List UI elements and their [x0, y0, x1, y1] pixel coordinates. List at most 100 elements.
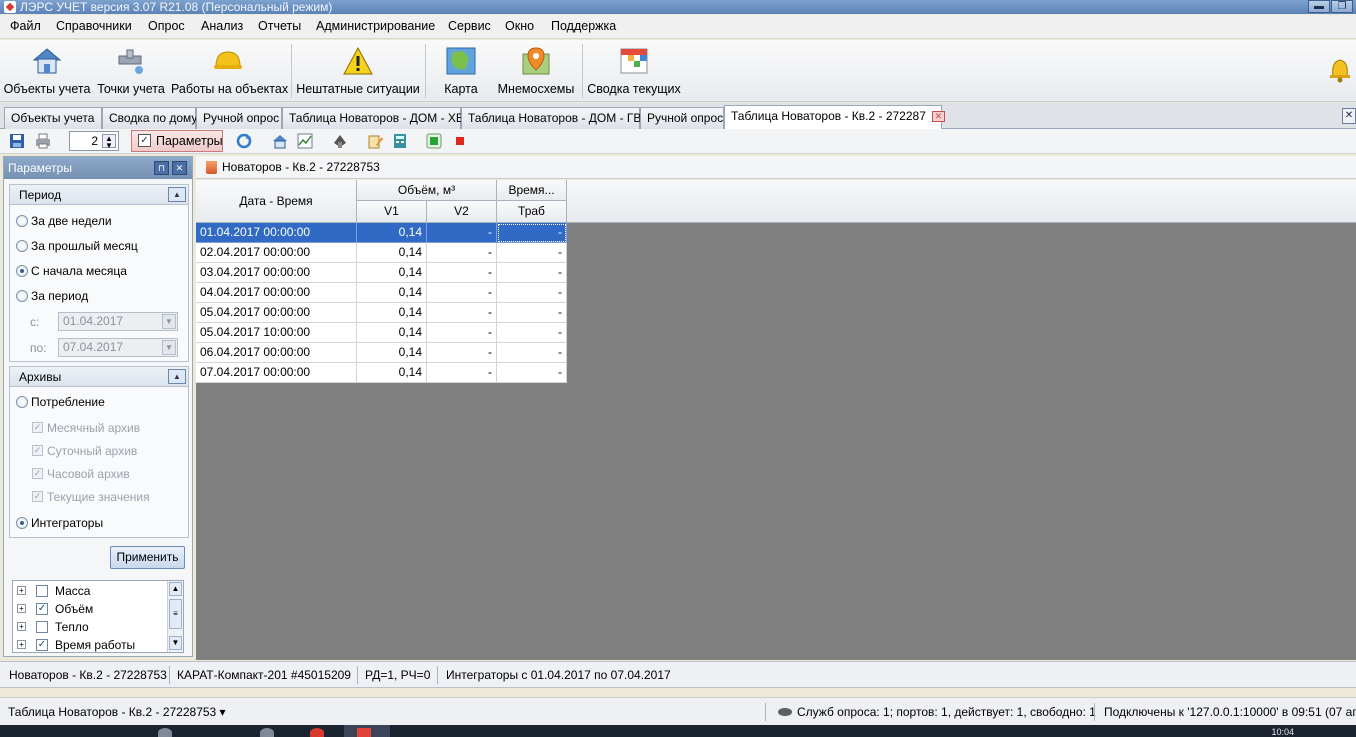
- menu-reports[interactable]: Отчеты: [258, 19, 301, 33]
- status-device: КАРАТ-Компакт-201 #45015209: [177, 668, 351, 682]
- monthly-archive-checkbox[interactable]: ✓ Месячный архив: [32, 421, 140, 435]
- tree-item-heat[interactable]: + Тепло: [17, 618, 89, 636]
- main-header: Новаторов - Кв.2 - 27228753: [196, 156, 1356, 179]
- menu-analysis[interactable]: Анализ: [201, 19, 243, 33]
- calculator-icon[interactable]: [392, 133, 408, 149]
- dropdown-icon: ▼: [162, 314, 176, 329]
- tab-manual-poll-2[interactable]: Ручной опрос: [640, 107, 724, 129]
- consumption-radio[interactable]: Потребление: [16, 395, 105, 409]
- taskbar-app-icon[interactable]: [310, 728, 324, 737]
- daily-archive-checkbox[interactable]: ✓ Суточный архив: [32, 444, 137, 458]
- stop-icon[interactable]: [452, 133, 468, 149]
- map-pin-icon: [522, 47, 550, 75]
- mnemo-button[interactable]: Мнемосхемы: [496, 40, 576, 100]
- active-window-dropdown[interactable]: Таблица Новаторов - Кв.2 - 27228753 ▾: [8, 705, 226, 719]
- main-toolbar: Объекты учета Точки учета Работы на объе…: [0, 40, 1356, 102]
- menu-file[interactable]: Файл: [10, 19, 41, 33]
- warning-icon: [343, 46, 373, 75]
- from-date-field[interactable]: 01.04.2017 ▼: [58, 312, 178, 331]
- pin-icon[interactable]: ⊓: [154, 161, 169, 175]
- title-bar: ЛЭРС УЧЕТ версия 3.07 R21.08 (Персональн…: [0, 0, 1356, 14]
- taskbar-app-icon[interactable]: [357, 728, 371, 737]
- points-button[interactable]: Точки учета: [95, 40, 167, 100]
- tab-manual-poll[interactable]: Ручной опрос: [196, 107, 282, 129]
- taskbar-app-icon[interactable]: [260, 728, 274, 737]
- incidents-button[interactable]: Нештатные ситуации: [296, 40, 420, 100]
- grid-header: Дата - Время Объём, м³ V1 V2 Время... Тр…: [196, 180, 1356, 223]
- map-button[interactable]: Карта: [430, 40, 492, 100]
- to-date-field[interactable]: 07.04.2017 ▼: [58, 338, 178, 357]
- save-icon[interactable]: [9, 133, 25, 149]
- menu-poll[interactable]: Опрос: [148, 19, 185, 33]
- tab-novatorov-hvs[interactable]: Таблица Новаторов - ДОМ - ХВС: [282, 107, 472, 129]
- col-group-volume[interactable]: Объём, м³: [357, 180, 497, 201]
- period-month-start-radio[interactable]: С начала месяца: [16, 264, 127, 278]
- parameters-check-icon: ✓: [138, 134, 151, 147]
- table-row[interactable]: 02.04.2017 00:00:00 0,14 - -: [196, 243, 567, 263]
- integrators-radio[interactable]: Интеграторы: [16, 516, 103, 530]
- close-icon[interactable]: ✕: [931, 111, 945, 123]
- tab-house-summary[interactable]: Сводка по дому: [102, 107, 197, 129]
- tree-scrollbar[interactable]: ▲ ≡ ▼: [167, 581, 183, 652]
- tree-item-mass[interactable]: + Масса: [17, 582, 90, 600]
- collapse-icon[interactable]: ▲: [168, 187, 186, 202]
- service-icon: [778, 708, 792, 716]
- stepper-arrows-icon[interactable]: ▲ ▼: [102, 134, 116, 150]
- col-v2[interactable]: V2: [427, 201, 497, 223]
- col-traab[interactable]: Траб: [497, 201, 567, 223]
- col-datetime[interactable]: Дата - Время: [196, 180, 357, 223]
- tree-item-volume[interactable]: + ✓ Объём: [17, 600, 93, 618]
- period-custom-radio[interactable]: За период: [16, 289, 88, 303]
- tree-item-worktime[interactable]: + ✓ Время работы: [17, 636, 135, 654]
- expand-icon: +: [17, 640, 26, 649]
- chart-icon[interactable]: [297, 133, 313, 149]
- col-group-time[interactable]: Время...: [497, 180, 567, 201]
- summary-button[interactable]: Сводка текущих: [587, 40, 681, 100]
- menu-window[interactable]: Окно: [505, 19, 534, 33]
- restore-button[interactable]: ❐: [1331, 0, 1353, 13]
- apply-button[interactable]: Применить: [110, 546, 185, 569]
- menu-support[interactable]: Поддержка: [551, 19, 616, 33]
- objects-button[interactable]: Объекты учета: [3, 40, 91, 100]
- tab-objects[interactable]: Объекты учета: [4, 107, 102, 129]
- export-icon[interactable]: [332, 133, 348, 149]
- period-last-month-radio[interactable]: За прошлый месяц: [16, 239, 138, 253]
- edit-icon[interactable]: [367, 133, 383, 149]
- period-two-weeks-radio[interactable]: За две недели: [16, 214, 112, 228]
- tap-icon: [118, 49, 143, 74]
- bell-icon[interactable]: [1325, 54, 1355, 84]
- table-row[interactable]: 07.04.2017 00:00:00 0,14 - -: [196, 363, 567, 383]
- menu-directories[interactable]: Справочники: [56, 19, 132, 33]
- window-title: ЛЭРС УЧЕТ версия 3.07 R21.08 (Персональн…: [20, 0, 333, 14]
- hourly-archive-checkbox[interactable]: ✓ Часовой архив: [32, 467, 130, 481]
- table-row[interactable]: 01.04.2017 00:00:00 0,14 - -: [196, 223, 567, 243]
- table-row[interactable]: 05.04.2017 10:00:00 0,14 - -: [196, 323, 567, 343]
- minimize-button[interactable]: ▬: [1308, 0, 1330, 13]
- status-object: Новаторов - Кв.2 - 27228753: [9, 668, 167, 682]
- col-v1[interactable]: V1: [357, 201, 427, 223]
- tab-novatorov-gvs[interactable]: Таблица Новаторов - ДОМ - ГВС: [461, 107, 650, 129]
- parameters-button[interactable]: ✓ Параметры: [131, 130, 223, 152]
- table-row[interactable]: 06.04.2017 00:00:00 0,14 - -: [196, 343, 567, 363]
- menu-service[interactable]: Сервис: [448, 19, 491, 33]
- works-button[interactable]: Работы на объектах: [171, 40, 288, 100]
- collapse-icon[interactable]: ▲: [168, 369, 186, 384]
- start-icon[interactable]: [426, 133, 442, 149]
- print-icon[interactable]: [35, 133, 51, 149]
- table-row[interactable]: 05.04.2017 00:00:00 0,14 - -: [196, 303, 567, 323]
- menu-administration[interactable]: Администрирование: [316, 19, 435, 33]
- document-tabs: Объекты учета Сводка по дому Ручной опро…: [0, 103, 1356, 129]
- table-row[interactable]: 03.04.2017 00:00:00 0,14 - -: [196, 263, 567, 283]
- current-values-checkbox[interactable]: ✓ Текущие значения: [32, 490, 150, 504]
- close-panel-icon[interactable]: ✕: [172, 161, 187, 175]
- table-row[interactable]: 04.04.2017 00:00:00 0,14 - -: [196, 283, 567, 303]
- taskbar-app-icon[interactable]: [158, 728, 172, 737]
- home-object-icon[interactable]: [272, 133, 288, 149]
- tab-novatorov-apt2[interactable]: Таблица Новаторов - Кв.2 - 272287 ✕: [724, 105, 945, 129]
- period-stepper[interactable]: 2 ▲ ▼: [69, 131, 119, 151]
- tree-checkbox: [36, 585, 48, 597]
- parameter-tree: + Масса + ✓ Объём + Тепло + ✓ Время работы ▲ ≡…: [12, 580, 184, 653]
- close-document-icon[interactable]: ✕: [1342, 108, 1356, 124]
- archives-group: Архивы ▲ Потребление ✓ Месячный архив ✓ Су…: [9, 366, 189, 538]
- refresh-icon[interactable]: [236, 133, 252, 149]
